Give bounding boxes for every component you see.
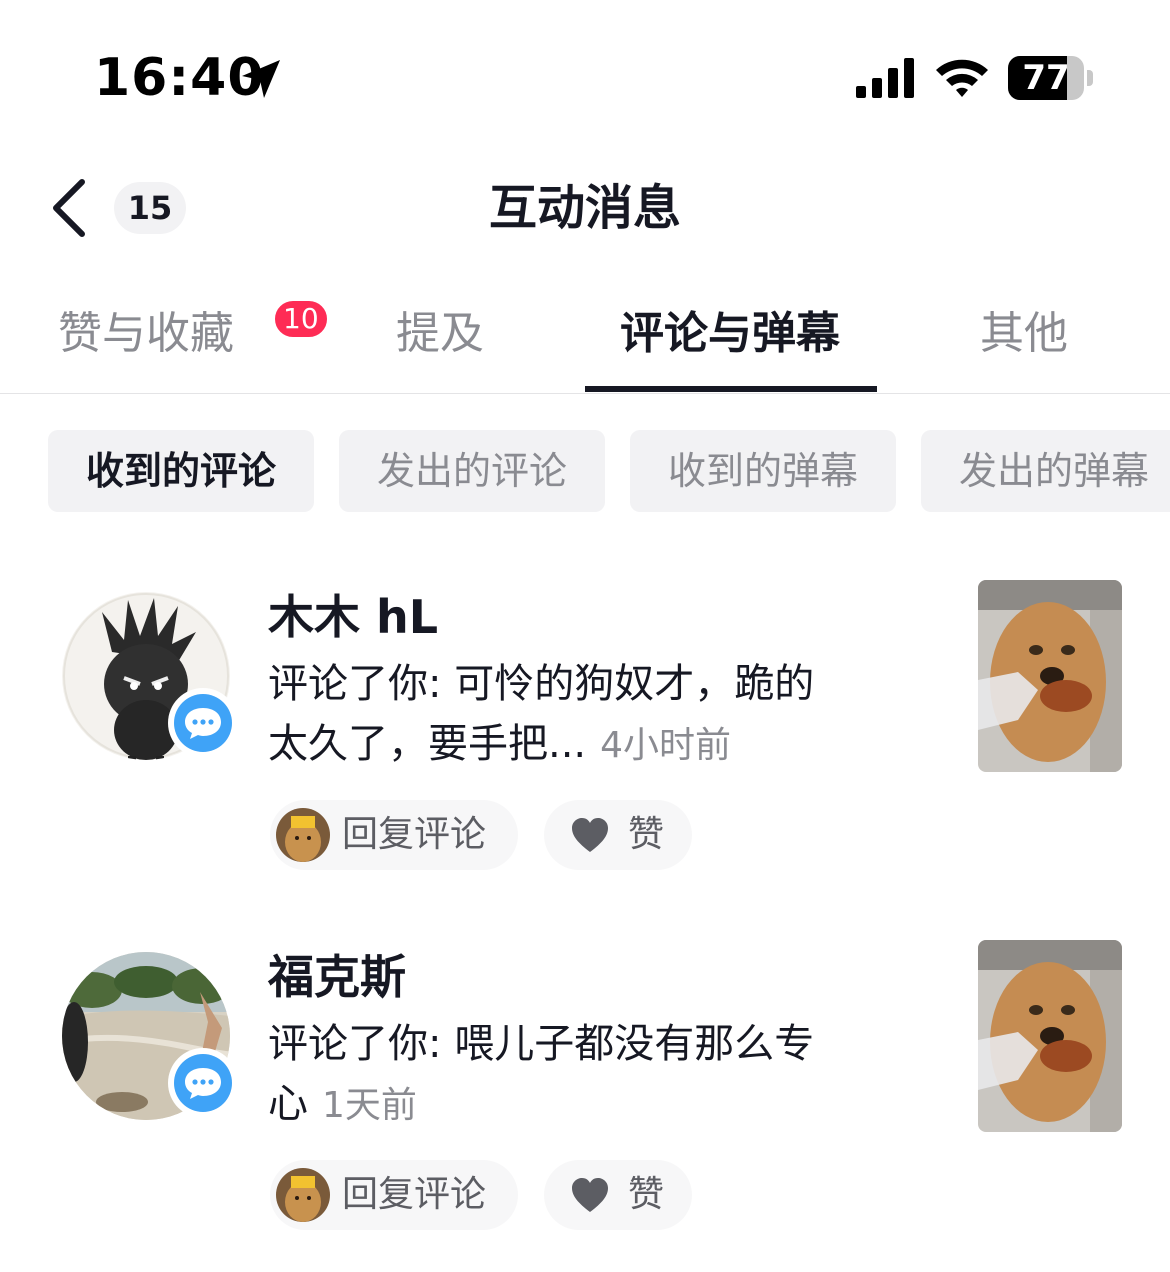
wifi-icon <box>936 59 988 97</box>
chat-bubble-icon <box>185 1068 221 1099</box>
tab-other[interactable]: 其他 <box>980 304 1068 364</box>
like-label: 赞 <box>628 814 665 855</box>
comment-notification[interactable]: 木木 hL 评论了你: 可怜的狗奴才，跪的太久了，要手把... 4小时前 回复评… <box>0 580 1170 900</box>
interaction-messages-screen: 16:40 77 互动消息 15 赞与收藏 10 提及 评论与弹幕 其他 收到的… <box>0 0 1170 1272</box>
reply-comment-button[interactable]: 回复评论 <box>270 1160 518 1230</box>
comment-badge <box>168 688 238 758</box>
like-button[interactable]: 赞 <box>544 800 692 870</box>
battery-indicator: 77 <box>1008 56 1094 100</box>
comment-text[interactable]: 评论了你: 可怜的狗奴才，跪的太久了，要手把... 4小时前 <box>268 654 828 776</box>
back-button[interactable] <box>44 176 100 240</box>
status-bar: 16:40 77 <box>0 0 1170 150</box>
tab-comments-danmaku[interactable]: 评论与弹幕 <box>620 304 840 364</box>
like-button[interactable]: 赞 <box>544 1160 692 1230</box>
comment-time: 1天前 <box>322 1085 417 1126</box>
cellular-signal-icon <box>856 58 914 98</box>
comment-text[interactable]: 评论了你: 喂儿子都没有那么专心 1天前 <box>268 1014 828 1136</box>
chat-bubble-icon <box>185 708 221 739</box>
tab-mentions[interactable]: 提及 <box>396 304 484 364</box>
tab-unread-badge: 10 <box>272 298 330 340</box>
battery-percent: 77 <box>1022 58 1070 98</box>
filter-sent-danmaku[interactable]: 发出的弹幕 <box>921 430 1170 512</box>
video-thumbnail[interactable] <box>978 940 1122 1132</box>
filter-received-comments[interactable]: 收到的评论 <box>48 430 314 512</box>
reply-label: 回复评论 <box>342 814 487 855</box>
my-avatar <box>276 1168 330 1222</box>
username[interactable]: 木木 hL <box>268 586 438 648</box>
active-tab-indicator <box>585 386 877 392</box>
location-arrow-icon <box>242 60 280 98</box>
reply-comment-button[interactable]: 回复评论 <box>270 800 518 870</box>
like-label: 赞 <box>628 1174 665 1215</box>
username[interactable]: 福克斯 <box>268 946 406 1008</box>
filter-sent-comments[interactable]: 发出的评论 <box>339 430 605 512</box>
tab-label: 赞与收藏 <box>58 308 234 359</box>
video-thumbnail[interactable] <box>978 580 1122 772</box>
comment-time: 4小时前 <box>600 725 732 766</box>
filter-received-danmaku[interactable]: 收到的弹幕 <box>630 430 896 512</box>
tab-bar: 赞与收藏 10 提及 评论与弹幕 其他 <box>0 290 1170 394</box>
heart-icon <box>572 1178 608 1212</box>
reply-label: 回复评论 <box>342 1174 487 1215</box>
heart-icon <box>572 818 608 852</box>
tab-likes-favorites[interactable]: 赞与收藏 10 <box>58 298 330 364</box>
unread-count-badge[interactable]: 15 <box>114 182 186 234</box>
comment-notification[interactable]: 福克斯 评论了你: 喂儿子都没有那么专心 1天前 回复评论 赞 <box>0 940 1170 1260</box>
comment-badge <box>168 1048 238 1118</box>
comment-body: 评论了你: 可怜的狗奴才，跪的太久了，要手把... <box>268 661 815 767</box>
my-avatar <box>276 808 330 862</box>
